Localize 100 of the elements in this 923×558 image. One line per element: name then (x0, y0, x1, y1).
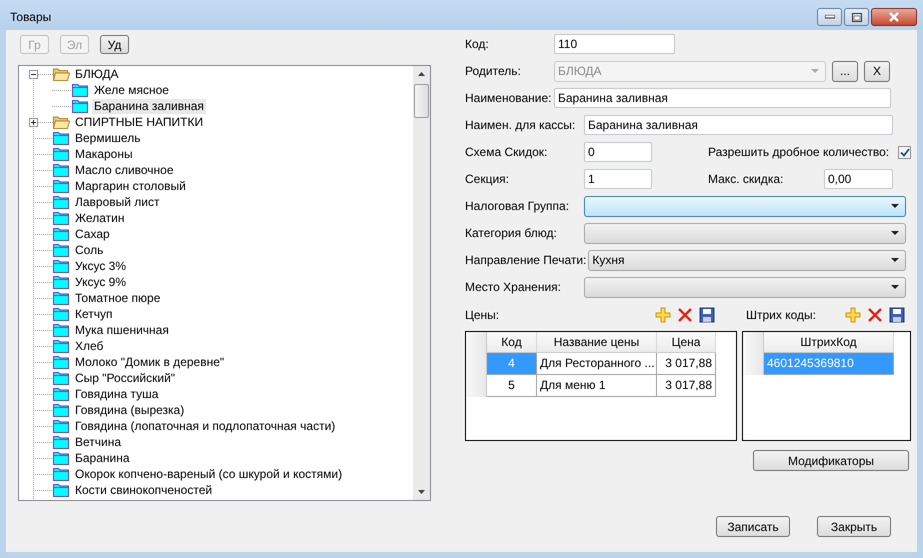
collapse-icon[interactable] (29, 70, 38, 78)
column-header[interactable]: Цена (657, 332, 716, 353)
tree-item[interactable]: Хлеб (73, 338, 106, 354)
tree-item[interactable]: Масло сливочное (73, 162, 176, 178)
tree-item[interactable]: Ветчина (73, 434, 124, 450)
section-label: Штрих коды: (746, 308, 816, 322)
tree-item[interactable]: Томатное пюре (73, 290, 162, 306)
folder-icon (53, 451, 70, 465)
folder-icon (53, 275, 70, 289)
modifiers-button[interactable]: Модификаторы (753, 450, 909, 471)
folder-icon (72, 83, 89, 97)
tree-item[interactable]: Кости свинокопченостей (73, 482, 214, 498)
input-field[interactable]: 0,00 (824, 169, 893, 189)
tree-item[interactable]: Уксус 3% (73, 258, 128, 274)
minimize-icon (824, 15, 834, 19)
tree-item[interactable]: Баранина заливная (92, 98, 206, 114)
field-label: Категория блюд: (465, 226, 558, 240)
tree-item[interactable]: Молоко "Домик в деревне" (73, 354, 226, 370)
tree-item[interactable]: Говядина (вырезка) (73, 402, 186, 418)
field-label: Налоговая Группа: (465, 199, 570, 213)
scroll-thumb[interactable] (414, 84, 429, 118)
dropdown-arrow-icon (891, 258, 899, 262)
tree-item[interactable]: Мука пшеничная (73, 322, 171, 338)
field-label: Место Хранения: (465, 280, 562, 294)
table-cell[interactable]: Для меню 1 (537, 375, 657, 397)
dropdown[interactable] (584, 276, 906, 298)
folder-icon (53, 163, 70, 177)
folder-icon (53, 403, 70, 417)
tree-item[interactable]: Соль (73, 242, 106, 258)
minimize-button[interactable] (817, 8, 842, 26)
tree-item[interactable]: Баранина (73, 450, 132, 466)
field-label: Разрешить дробное количество: (708, 145, 890, 159)
folder-icon (53, 387, 70, 401)
table-cell[interactable]: 3 017,88 (657, 353, 716, 375)
scrollbar[interactable] (413, 66, 430, 500)
save-icon[interactable] (699, 307, 715, 323)
checkbox[interactable] (898, 146, 911, 158)
column-header[interactable]: Название цены (537, 332, 657, 353)
tree-item[interactable]: Говядина туша (73, 386, 160, 402)
column-header[interactable]: ШтрихКод (764, 332, 894, 353)
folder-icon (53, 195, 70, 209)
tree-item[interactable]: Говядина (лопаточная и подлопаточная части) (73, 418, 338, 434)
table-cell[interactable]: 5 (487, 375, 537, 397)
tree-item[interactable]: Сахар (73, 226, 112, 242)
close-button[interactable] (871, 8, 917, 26)
tree-item[interactable]: Вермишель (73, 130, 142, 146)
input-field[interactable]: Баранина заливная (584, 115, 893, 135)
dropdown[interactable] (584, 196, 906, 216)
delete-icon[interactable] (677, 307, 693, 323)
delete-icon[interactable] (867, 307, 883, 323)
tree-item[interactable]: Окорок копчено-вареный (со шкурой и костями) (73, 466, 344, 482)
dropdown[interactable]: Кухня (588, 250, 906, 270)
folder-icon (53, 131, 70, 145)
scroll-up-icon[interactable] (418, 72, 425, 76)
row-header (466, 332, 487, 353)
field-label: Наимен. для кассы: (465, 118, 576, 132)
dropdown[interactable] (584, 222, 906, 244)
tree-item[interactable]: Маргарин столовый (73, 178, 188, 194)
folder-icon (53, 179, 70, 193)
tree-item[interactable]: Кетчуп (73, 306, 115, 322)
field-label: Секция: (465, 172, 510, 186)
folder-icon (53, 483, 70, 497)
section-label: Цены: (465, 308, 500, 322)
field-label: Направление Печати: (465, 253, 588, 267)
maximize-button[interactable] (844, 8, 869, 26)
toolbar-button[interactable]: Уд (100, 35, 129, 54)
tree-item[interactable]: БЛЮДА (73, 66, 120, 82)
table-cell[interactable]: Для Ресторанного ... (537, 353, 657, 375)
add-icon[interactable] (845, 307, 861, 323)
folder-icon (72, 99, 89, 113)
tree-item[interactable]: Сыр "Российский" (73, 370, 178, 386)
tree-item[interactable]: Лавровый лист (73, 194, 162, 210)
input-field[interactable]: 110 (554, 34, 675, 54)
input-field[interactable]: Баранина заливная (554, 88, 891, 108)
dropdown-arrow-icon (811, 69, 819, 73)
field-label: Макс. скидка: (708, 172, 784, 186)
footer-button[interactable]: Записать (716, 516, 790, 537)
tree-item[interactable]: Желе мясное (92, 82, 171, 98)
tree-item[interactable]: Уксус 9% (73, 274, 128, 290)
input-field[interactable]: 1 (584, 169, 652, 189)
table-cell[interactable]: 3 017,88 (657, 375, 716, 397)
folder-icon (53, 115, 70, 129)
input-field[interactable]: 0 (584, 142, 652, 162)
tree-item[interactable]: Макароны (73, 146, 135, 162)
expand-icon[interactable] (29, 118, 38, 126)
tree-item[interactable]: Желатин (73, 210, 126, 226)
field-label: Родитель: (465, 64, 522, 78)
folder-icon (53, 323, 70, 337)
folder-icon (53, 227, 70, 241)
scroll-down-icon[interactable] (418, 490, 425, 494)
tree-item[interactable]: СПИРТНЫЕ НАПИТКИ (73, 114, 206, 130)
footer-button[interactable]: Закрыть (817, 516, 891, 537)
window-title: Товары (10, 10, 52, 24)
save-icon[interactable] (889, 307, 905, 323)
close-icon (888, 12, 900, 22)
maximize-icon (852, 12, 862, 22)
add-icon[interactable] (655, 307, 671, 323)
column-header[interactable]: Код (487, 332, 537, 353)
folder-icon (53, 355, 70, 369)
dropdown-arrow-icon (891, 231, 899, 235)
